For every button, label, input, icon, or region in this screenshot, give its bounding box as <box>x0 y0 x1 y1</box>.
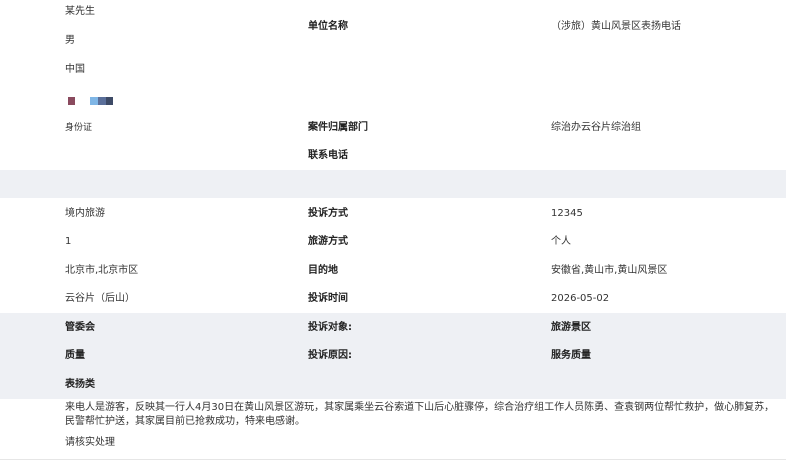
redaction-pixel <box>106 97 113 105</box>
category-block: 管委会 投诉对象: 旅游景区 质量 投诉原因: 服务质量 表扬类 <box>0 313 786 399</box>
trip-info-block: 境内旅游 投诉方式 12345 1 旅游方式 个人 北京市,北京市区 目的地 安… <box>0 198 786 313</box>
case-description: 来电人是游客，反映其一行人4月30日在黄山风景区游玩，其家属乘坐云谷索道下山后心… <box>65 402 775 427</box>
instruction-text: 请核实处理 <box>65 437 115 448</box>
complaint-time-value: 2026-05-02 <box>551 293 610 304</box>
destination-label: 目的地 <box>308 265 338 276</box>
id-type: 身份证 <box>65 123 93 133</box>
complaint-reason-value: 服务质量 <box>551 350 591 361</box>
department-label: 案件归属部门 <box>308 122 368 133</box>
caller-gender: 男 <box>65 35 75 46</box>
destination-value: 安徽省,黄山市,黄山风景区 <box>551 265 668 276</box>
committee-label: 管委会 <box>65 322 95 333</box>
department-value: 综治办云谷片综治组 <box>551 122 641 133</box>
caller-name: 某先生 <box>65 6 95 17</box>
travel-type: 境内旅游 <box>65 208 105 219</box>
people-count: 1 <box>65 236 72 247</box>
caller-nationality: 中国 <box>65 64 85 75</box>
complaint-reason-label: 投诉原因: <box>308 350 352 361</box>
redaction-pixel <box>98 97 106 105</box>
scenic-area: 云谷片（后山） <box>65 293 135 304</box>
praise-category: 表扬类 <box>65 379 95 390</box>
unit-name-value: （涉旅）黄山风景区表扬电话 <box>551 21 681 32</box>
travel-method-label: 旅游方式 <box>308 236 348 247</box>
redaction-pixel <box>68 97 75 105</box>
redacted-id-number <box>68 97 118 105</box>
complaint-object-value: 旅游景区 <box>551 322 591 333</box>
redaction-pixel <box>90 97 98 105</box>
complaint-time-label: 投诉时间 <box>308 293 348 304</box>
travel-method-value: 个人 <box>551 236 571 247</box>
section-divider-band <box>0 170 786 198</box>
complaint-method-value: 12345 <box>551 208 583 219</box>
complaint-object-label: 投诉对象: <box>308 322 352 333</box>
unit-name-label: 单位名称 <box>308 21 348 32</box>
origin: 北京市,北京市区 <box>65 265 139 276</box>
contact-phone-label: 联系电话 <box>308 150 348 161</box>
bottom-divider <box>0 459 786 460</box>
quality-label: 质量 <box>65 350 85 361</box>
complaint-method-label: 投诉方式 <box>308 208 348 219</box>
caller-info-block: 某先生 男 中国 身份证 单位名称 （涉旅）黄山风景区表扬电话 案件归属部门 综… <box>0 0 786 170</box>
